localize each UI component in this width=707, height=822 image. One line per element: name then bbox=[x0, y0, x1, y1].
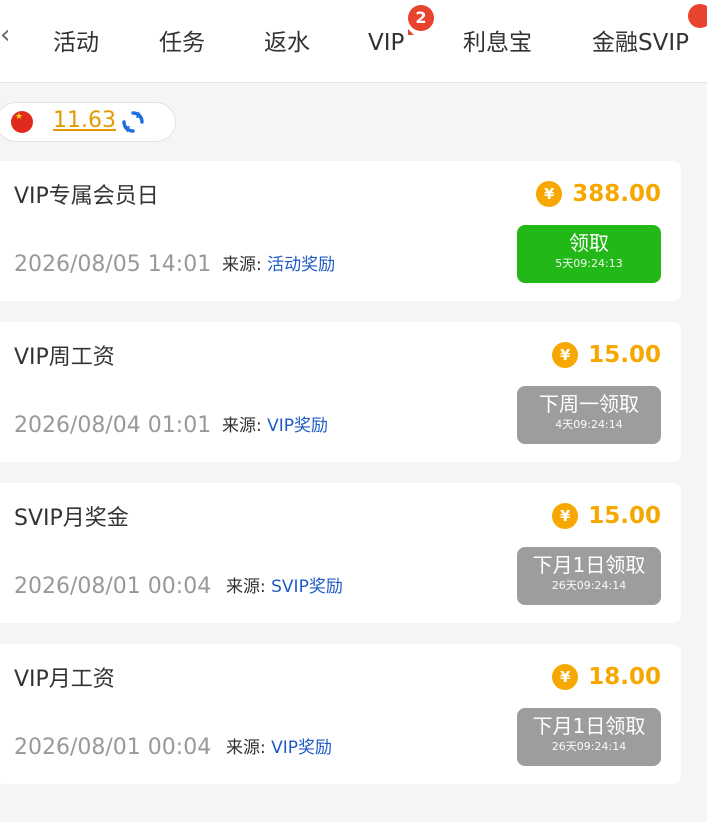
claim-button[interactable]: 下月1日领取 26天09:24:14 bbox=[517, 708, 661, 766]
claim-button-label: 下月1日领取 bbox=[532, 714, 646, 738]
reward-amount-group: ¥18.00 bbox=[552, 664, 661, 694]
svip-notification-badge bbox=[688, 4, 707, 28]
reward-card: SVIP月奖金 2026/08/01 00:04 来源: SVIP奖励 ¥15.… bbox=[0, 483, 681, 623]
claim-button[interactable]: 下周一领取 4天09:24:14 bbox=[517, 386, 661, 444]
reward-date: 2026/08/01 00:04 bbox=[14, 574, 212, 599]
balance-pill: ★ 11.63 bbox=[0, 102, 176, 142]
reward-title: VIP周工资 bbox=[14, 345, 115, 370]
refresh-icon[interactable] bbox=[121, 110, 145, 134]
reward-amount: 18.00 bbox=[588, 664, 661, 690]
claim-countdown: 26天09:24:14 bbox=[551, 579, 627, 592]
tab-rebate[interactable]: 返水 bbox=[264, 28, 310, 58]
tab-vip[interactable]: VIP bbox=[368, 28, 404, 58]
claim-button-label: 下月1日领取 bbox=[532, 553, 646, 577]
source-value: 活动奖励 bbox=[267, 255, 336, 275]
source-label: 来源: bbox=[226, 577, 266, 597]
source-value: VIP奖励 bbox=[267, 416, 329, 436]
reward-date: 2026/08/05 14:01 bbox=[14, 252, 212, 277]
reward-source: 来源: SVIP奖励 bbox=[226, 575, 343, 599]
claim-button-label: 领取 bbox=[569, 231, 609, 255]
tab-finance-svip[interactable]: 金融SVIP bbox=[592, 28, 689, 58]
reward-card: VIP专属会员日 2026/08/05 14:01 来源: 活动奖励 ¥388.… bbox=[0, 161, 681, 301]
reward-amount: 15.00 bbox=[588, 342, 661, 368]
claim-button[interactable]: 下月1日领取 26天09:24:14 bbox=[517, 547, 661, 605]
reward-date: 2026/08/04 01:01 bbox=[14, 413, 212, 438]
claim-button-label: 下周一领取 bbox=[539, 392, 639, 416]
reward-source: 来源: VIP奖励 bbox=[222, 414, 328, 438]
reward-amount-group: ¥388.00 bbox=[536, 181, 661, 211]
source-value: SVIP奖励 bbox=[271, 577, 343, 597]
reward-title: SVIP月奖金 bbox=[14, 506, 129, 531]
vip-notification-badge: 2 bbox=[408, 5, 434, 35]
source-value: VIP奖励 bbox=[271, 738, 333, 758]
top-tab-bar: ‹ 活动 任务 返水 VIP 2 利息宝 金融SVIP bbox=[0, 0, 707, 83]
yuan-coin-icon: ¥ bbox=[552, 503, 579, 529]
source-label: 来源: bbox=[222, 255, 262, 275]
reward-title: VIP月工资 bbox=[14, 667, 115, 692]
reward-title: VIP专属会员日 bbox=[14, 184, 159, 209]
reward-card: VIP月工资 2026/08/01 00:04 来源: VIP奖励 ¥18.00… bbox=[0, 644, 681, 784]
claim-countdown: 5天09:24:13 bbox=[555, 257, 623, 270]
china-flag-icon: ★ bbox=[11, 111, 33, 133]
reward-source: 来源: 活动奖励 bbox=[222, 253, 335, 277]
yuan-coin-icon: ¥ bbox=[536, 181, 563, 207]
reward-amount: 15.00 bbox=[588, 503, 661, 529]
reward-amount-group: ¥15.00 bbox=[552, 503, 661, 533]
tab-activity[interactable]: 活动 bbox=[53, 28, 99, 58]
tab-tasks[interactable]: 任务 bbox=[159, 28, 205, 58]
balance-amount[interactable]: 11.63 bbox=[53, 108, 116, 134]
reward-card: VIP周工资 2026/08/04 01:01 来源: VIP奖励 ¥15.00… bbox=[0, 322, 681, 462]
reward-amount-group: ¥15.00 bbox=[552, 342, 661, 372]
tab-interest[interactable]: 利息宝 bbox=[463, 28, 532, 58]
source-label: 来源: bbox=[226, 738, 266, 758]
reward-amount: 388.00 bbox=[572, 181, 661, 207]
claim-button[interactable]: 领取 5天09:24:13 bbox=[517, 225, 661, 283]
claim-countdown: 26天09:24:14 bbox=[551, 740, 627, 753]
yuan-coin-icon: ¥ bbox=[552, 342, 579, 368]
claim-countdown: 4天09:24:14 bbox=[555, 418, 623, 431]
reward-date: 2026/08/01 00:04 bbox=[14, 735, 212, 760]
reward-source: 来源: VIP奖励 bbox=[226, 736, 332, 760]
yuan-coin-icon: ¥ bbox=[552, 664, 579, 690]
source-label: 来源: bbox=[222, 416, 262, 436]
back-chevron-icon[interactable]: ‹ bbox=[0, 22, 10, 48]
